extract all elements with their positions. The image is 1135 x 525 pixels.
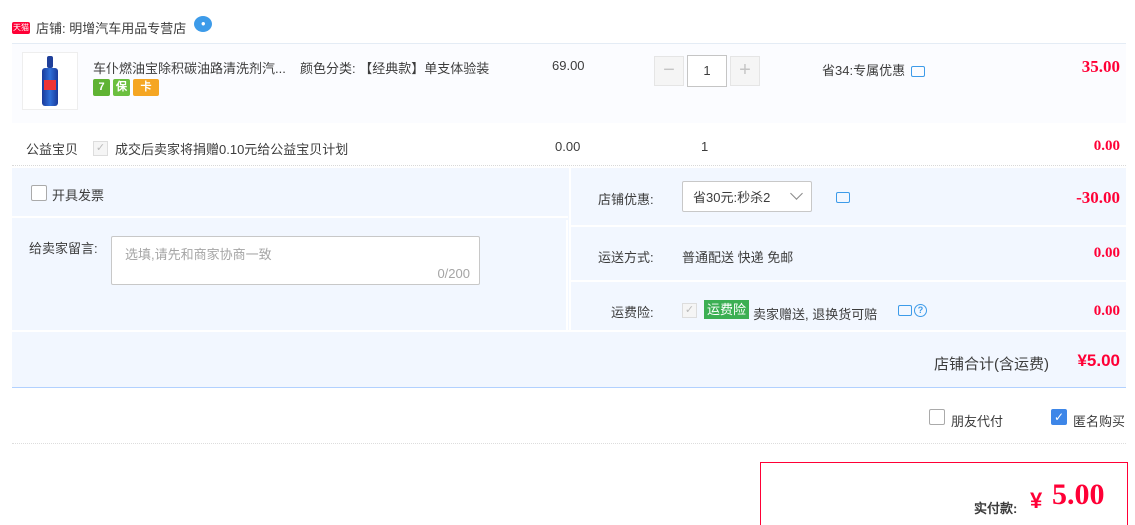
friend-pay-checkbox[interactable] bbox=[929, 409, 945, 425]
insurance-text: 卖家赠送, 退换货可赔 bbox=[753, 307, 878, 322]
bottle-image bbox=[42, 56, 58, 106]
product-title-link[interactable]: 车仆燃油宝除积碳油路清洗剂汽... bbox=[93, 58, 298, 77]
pay-amount: 5.00 bbox=[1052, 478, 1105, 511]
product-sku: 颜色分类: 【经典款】单支体验装 bbox=[300, 61, 490, 76]
shop-total-amount: ¥5.00 bbox=[1077, 351, 1120, 370]
item-discount-label: 省34:专属优惠 bbox=[822, 63, 906, 78]
separator bbox=[12, 443, 1126, 444]
message-icon[interactable] bbox=[836, 192, 850, 203]
service-tags: 7 保 卡 bbox=[93, 79, 159, 96]
row-divider bbox=[571, 280, 1126, 282]
decrease-qty-button[interactable]: − bbox=[654, 56, 684, 86]
shipping-amount: 0.00 bbox=[1093, 245, 1120, 261]
charity-text: 成交后卖家将捐赠0.10元给公益宝贝计划 bbox=[115, 142, 349, 157]
row-divider bbox=[12, 330, 1126, 332]
friend-pay-label[interactable]: 朋友代付 bbox=[951, 411, 1003, 430]
pay-currency: ¥ bbox=[1030, 488, 1043, 513]
quantity-stepper: − 1 + bbox=[654, 55, 760, 87]
shop-header: 天猫 店铺: 明增汽车用品专营店 ● bbox=[12, 15, 213, 37]
charity-qty: 1 bbox=[701, 139, 709, 154]
item-subtotal: 35.00 bbox=[1081, 57, 1120, 76]
guarantee-icon[interactable]: 保 bbox=[113, 79, 130, 96]
insurance-amount: 0.00 bbox=[1093, 303, 1120, 319]
invoice-checkbox[interactable] bbox=[31, 185, 47, 201]
insurance-checkbox[interactable]: ✓ bbox=[682, 303, 697, 318]
item-discount: 省34:专属优惠 bbox=[822, 60, 926, 79]
message-icon[interactable] bbox=[898, 305, 912, 316]
charity-total: 0.00 bbox=[1093, 138, 1120, 154]
credit-card-icon[interactable]: 卡 bbox=[133, 79, 159, 96]
insurance-badge: 运费险 bbox=[704, 300, 750, 319]
cart-item-row bbox=[12, 43, 1126, 123]
message-icon[interactable] bbox=[911, 66, 926, 77]
memo-label: 给卖家留言: bbox=[29, 241, 98, 256]
shop-discount-label: 店铺优惠: bbox=[598, 192, 654, 207]
seven-day-return-icon[interactable]: 7 bbox=[93, 79, 110, 96]
invoice-label[interactable]: 开具发票 bbox=[52, 185, 104, 204]
insurance-label: 运费险: bbox=[611, 305, 654, 320]
tmall-logo-icon: 天猫 bbox=[12, 21, 30, 34]
increase-qty-button[interactable]: + bbox=[730, 56, 760, 86]
quantity-input[interactable]: 1 bbox=[687, 55, 727, 87]
charity-price: 0.00 bbox=[555, 139, 581, 154]
chevron-down-icon bbox=[790, 187, 803, 200]
shop-name-link[interactable]: 店铺: 明增汽车用品专营店 bbox=[36, 18, 186, 37]
shop-discount-value: 省30元:秒杀2 bbox=[693, 190, 771, 205]
anonymous-label[interactable]: 匿名购买 bbox=[1073, 411, 1125, 430]
product-thumbnail[interactable] bbox=[22, 52, 78, 110]
charity-checkbox[interactable]: ✓ bbox=[93, 141, 108, 156]
shop-discount-amount: -30.00 bbox=[1076, 188, 1120, 207]
chat-bubble-icon[interactable]: ● bbox=[194, 15, 213, 32]
charity-label: 公益宝贝 bbox=[26, 142, 79, 157]
panel-divider bbox=[569, 168, 571, 332]
shipping-label: 运送方式: bbox=[598, 250, 654, 265]
memo-char-count: 0/200 bbox=[437, 266, 470, 281]
unit-price: 69.00 bbox=[552, 58, 585, 73]
pay-label: 实付款: bbox=[974, 501, 1018, 516]
shop-total-label: 店铺合计(含运费) bbox=[934, 356, 1049, 373]
insurance-icons: ? bbox=[898, 304, 927, 317]
shipping-method: 普通配送 快递 免邮 bbox=[682, 250, 794, 265]
anonymous-checkbox[interactable]: ✓ bbox=[1051, 409, 1067, 425]
row-divider bbox=[571, 225, 1126, 227]
shop-discount-select[interactable]: 省30元:秒杀2 bbox=[682, 181, 812, 212]
help-icon[interactable]: ? bbox=[914, 304, 927, 317]
memo-placeholder: 选填,请先和商家协商一致 bbox=[125, 247, 272, 262]
